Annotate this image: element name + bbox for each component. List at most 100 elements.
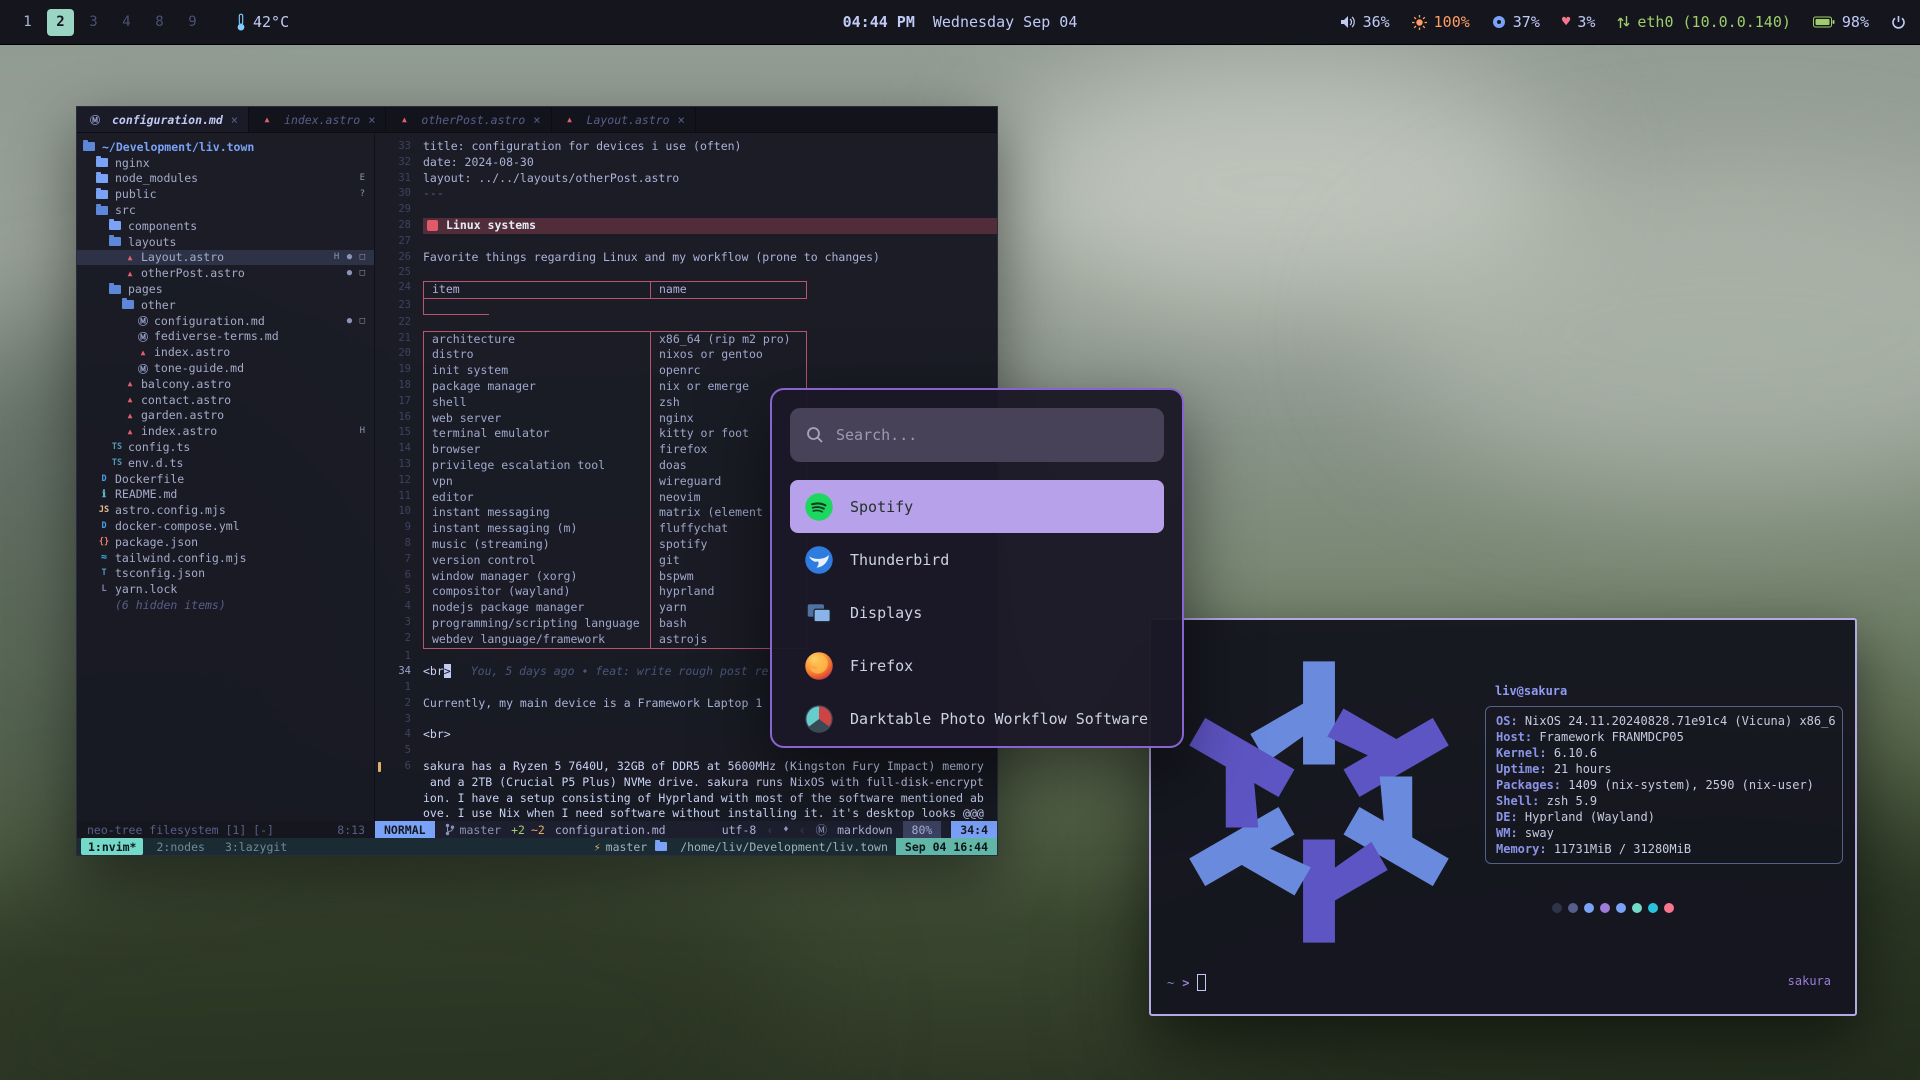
tree-item[interactable]: nginx (77, 155, 374, 171)
fetch-info-label: OS (1496, 714, 1525, 728)
close-icon[interactable]: × (678, 113, 685, 127)
tree-item[interactable]: L yarn.lock (77, 581, 374, 597)
thermometer-icon (236, 13, 246, 31)
app-launcher: Spotify Thunderbird Displays Firefox Dar… (770, 388, 1184, 748)
editor-tab[interactable]: ▲ Layout.astro × (552, 107, 696, 132)
network-module[interactable]: eth0 (10.0.0.140) (1617, 13, 1791, 31)
tmux-path: /home/liv/Development/liv.town (680, 840, 888, 854)
close-icon[interactable]: × (368, 113, 375, 127)
launcher-item[interactable]: Spotify (790, 480, 1164, 533)
tree-item[interactable]: ≈ tailwind.config.mjs (77, 550, 374, 566)
launcher-item[interactable]: Displays (790, 586, 1164, 639)
tree-item[interactable]: ▲ Layout.astro H ● □ (77, 250, 374, 266)
tree-item[interactable]: ▲ index.astro (77, 344, 374, 360)
tmux-window[interactable]: 3:lazygit (218, 838, 294, 855)
search-input[interactable] (836, 426, 1148, 444)
tmux-datetime: Sep 04 16:44 (896, 838, 997, 855)
git-branch-name: master (460, 823, 502, 837)
tree-item-label: node_modules (115, 171, 198, 185)
tree-item[interactable]: src (77, 202, 374, 218)
tree-item-label: components (128, 219, 197, 233)
tree-item[interactable]: public ? (77, 186, 374, 202)
tree-item[interactable]: pages (77, 281, 374, 297)
tree-item[interactable]: T tsconfig.json (77, 566, 374, 582)
tree-item[interactable]: Ⓜ fediverse-terms.md (77, 329, 374, 345)
tree-item-label: README.md (115, 487, 177, 501)
tree-item[interactable]: ▲ contact.astro (77, 392, 374, 408)
fetch-info-value: sway (1525, 826, 1554, 840)
tree-item[interactable]: D docker-compose.yml (77, 518, 374, 534)
tree-item[interactable]: ~/Development/liv.town (77, 139, 374, 155)
workspace-button[interactable]: 8 (146, 9, 173, 36)
palette-dot (1584, 903, 1594, 913)
tree-item-label: tailwind.config.mjs (115, 551, 247, 565)
close-icon[interactable]: × (533, 113, 540, 127)
tree-item[interactable]: TS config.ts (77, 439, 374, 455)
tree-item-label: Dockerfile (115, 472, 184, 486)
battery-module[interactable]: 98% (1813, 13, 1869, 31)
tree-item[interactable]: TS env.d.ts (77, 455, 374, 471)
battery-icon (1813, 16, 1835, 28)
tree-item-label: Layout.astro (141, 250, 224, 264)
tree-item[interactable]: other (77, 297, 374, 313)
tree-item[interactable]: node_modules E (77, 171, 374, 187)
tree-item[interactable]: components (77, 218, 374, 234)
tree-item[interactable]: ℹ README.md (77, 487, 374, 503)
table-row: shell zsh (424, 395, 806, 411)
tree-item[interactable]: ▲ garden.astro (77, 408, 374, 424)
line-number: 26 (375, 250, 423, 266)
editor-tab[interactable]: Ⓜ configuration.md × (77, 107, 249, 132)
close-icon[interactable]: × (231, 113, 238, 127)
tree-item[interactable]: (6 hidden items) (77, 597, 374, 613)
tree-item[interactable]: D Dockerfile (77, 471, 374, 487)
tree-item-label: index.astro (141, 424, 217, 438)
disk-module[interactable]: 37% (1492, 13, 1540, 31)
fetch-info-value: Hyprland (Wayland) (1525, 810, 1655, 824)
workspace-button[interactable]: 2 (47, 9, 74, 36)
markdown-icon: Ⓜ (816, 822, 828, 838)
power-button[interactable] (1891, 15, 1906, 30)
editor-tab[interactable]: ▲ index.astro × (249, 107, 386, 132)
launcher-item[interactable]: Darktable Photo Workflow Software (790, 692, 1164, 745)
git-blame-text: You, 5 days ago ∙ feat: write rough post… (451, 664, 769, 678)
line-number-current: 34 (375, 664, 423, 680)
launcher-search[interactable] (790, 408, 1164, 462)
folder-icon (96, 158, 108, 167)
statusline: neo-tree filesystem [1] [-] 8:13 NORMAL … (77, 821, 997, 838)
tree-item[interactable]: ▲ index.astro H (77, 423, 374, 439)
shell-prompt[interactable]: ~ > (1167, 974, 1206, 991)
tree-item[interactable]: JS astro.config.mjs (77, 502, 374, 518)
tmux-window[interactable]: 1:nvim* (81, 838, 143, 855)
table-cell-item: package manager (424, 379, 651, 395)
line-number: 24 (375, 281, 423, 299)
tree-item-label: config.ts (128, 440, 190, 454)
cpu-module[interactable]: ♥ 3% (1562, 13, 1596, 31)
launcher-item-label: Thunderbird (850, 551, 949, 569)
launcher-item-label: Firefox (850, 657, 913, 675)
table-row: version control git (424, 553, 806, 569)
tree-item-label: configuration.md (154, 314, 265, 328)
line-number: 18 (375, 378, 423, 394)
tree-item[interactable]: ▲ balcony.astro (77, 376, 374, 392)
table-cell-item: nodejs package manager (424, 600, 651, 616)
launcher-results: Spotify Thunderbird Displays Firefox Dar… (790, 480, 1164, 745)
volume-module[interactable]: 36% (1340, 13, 1390, 31)
table-row: init system openrc (424, 363, 806, 379)
table-row: window manager (xorg) bspwm (424, 569, 806, 585)
workspace-button[interactable]: 1 (14, 9, 41, 36)
tree-item[interactable]: layouts (77, 234, 374, 250)
launcher-item[interactable]: Firefox (790, 639, 1164, 692)
launcher-item[interactable]: Thunderbird (790, 533, 1164, 586)
workspace-button[interactable]: 4 (113, 9, 140, 36)
table-row: programming/scripting language bash (424, 616, 806, 632)
brightness-module[interactable]: 100% (1412, 13, 1470, 31)
tree-item[interactable]: Ⓜ tone-guide.md (77, 360, 374, 376)
tree-item[interactable]: {} package.json (77, 534, 374, 550)
workspace-button[interactable]: 3 (80, 9, 107, 36)
workspace-button[interactable]: 9 (179, 9, 206, 36)
tree-item[interactable]: ▲ otherPost.astro ● □ (77, 265, 374, 281)
tree-item[interactable]: Ⓜ configuration.md ● □ (77, 313, 374, 329)
editor-tab[interactable]: ▲ otherPost.astro × (386, 107, 551, 132)
tmux-window[interactable]: 2:nodes (149, 838, 211, 855)
palette-dot (1552, 903, 1562, 913)
